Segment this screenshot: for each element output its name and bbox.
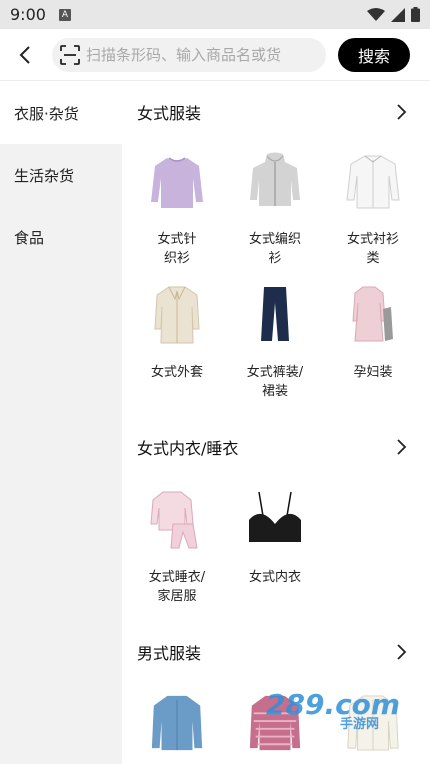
sidebar-item-clothing[interactable]: 衣服·杂货 xyxy=(0,82,122,144)
product-item[interactable]: 女式针织衫 xyxy=(132,152,222,268)
sidebar-item-food[interactable]: 食品 xyxy=(0,206,122,268)
category-sidebar: 衣服·杂货 生活杂货 食品 xyxy=(0,82,122,764)
notification-badge-icon: A xyxy=(58,8,71,21)
watermark-text: 289.com xyxy=(266,688,400,721)
pink-check-pajamas-icon xyxy=(150,491,198,549)
search-header: 搜索 xyxy=(0,29,430,81)
barcode-scan-icon[interactable] xyxy=(60,45,80,65)
search-box[interactable] xyxy=(52,38,326,72)
site-watermark-logo: 289.com 手游网 xyxy=(266,688,400,732)
chevron-right-icon[interactable] xyxy=(394,439,408,455)
search-input[interactable] xyxy=(86,46,316,64)
product-item[interactable]: 女式衬衫类 xyxy=(328,152,418,268)
chevron-right-icon[interactable] xyxy=(394,644,408,660)
product-label: 女式内衣 xyxy=(248,570,301,585)
product-label: 女式衬衫类 xyxy=(328,230,418,268)
product-label-text: 女式衬衫类 xyxy=(347,232,400,266)
product-label: 女式裤装/裙装 xyxy=(230,363,320,401)
grey-hooded-cardigan-icon xyxy=(250,152,300,206)
product-label: 女式针织衫 xyxy=(132,230,222,268)
navy-wide-trousers-icon xyxy=(261,287,289,341)
pink-maternity-dress-icon xyxy=(352,286,393,342)
status-icons xyxy=(367,7,420,22)
product-label: 女式睡衣/家居服 xyxy=(132,568,222,606)
section-header-mens-clothing[interactable]: 男式服装 xyxy=(122,637,430,667)
signal-icon xyxy=(391,7,405,22)
battery-icon xyxy=(411,7,420,22)
section-title: 女式内衣/睡衣 xyxy=(137,439,239,458)
product-label-text: 女式针织衫 xyxy=(157,232,197,266)
product-label: 女式外套 xyxy=(150,365,203,380)
section-title: 女式服装 xyxy=(137,104,202,123)
status-bar: 9:00 A xyxy=(0,0,430,29)
product-label: 孕妇装 xyxy=(353,365,393,380)
blue-denim-shirt-icon xyxy=(151,695,203,751)
product-item[interactable]: 女式编织衫 xyxy=(230,152,320,268)
back-arrow-icon[interactable] xyxy=(14,43,38,67)
section-header-womens-underwear[interactable]: 女式内衣/睡衣 xyxy=(122,432,430,462)
lilac-knit-sweater-icon xyxy=(151,157,203,208)
product-label-text: 女式裤装/裙装 xyxy=(246,365,304,399)
search-button[interactable]: 搜索 xyxy=(338,38,410,72)
watermark-subtext: 手游网 xyxy=(340,716,379,732)
wifi-icon xyxy=(367,7,385,21)
beige-long-coat-icon xyxy=(154,286,200,344)
product-item[interactable]: 女式裤装/裙装 xyxy=(230,285,320,401)
product-item[interactable]: 女式睡衣/家居服 xyxy=(132,490,222,606)
product-item[interactable] xyxy=(132,694,222,756)
product-item[interactable]: 女式内衣 xyxy=(230,490,320,587)
chevron-right-icon[interactable] xyxy=(394,104,408,120)
product-label-text: 女式睡衣/家居服 xyxy=(148,570,206,604)
section-header-womens-clothing[interactable]: 女式服装 xyxy=(122,97,430,127)
white-blouse-icon xyxy=(346,155,400,209)
product-item[interactable]: 孕妇装 xyxy=(328,285,418,382)
category-content: 女式服装 女式针织衫 女式编织衫 女式衬衫类 女式外套 女式裤装/裙装 孕妇装 … xyxy=(122,82,430,764)
product-item[interactable]: 女式外套 xyxy=(132,285,222,382)
section-title: 男式服装 xyxy=(137,644,202,663)
product-label-text: 女式编织衫 xyxy=(249,232,302,266)
sidebar-item-household[interactable]: 生活杂货 xyxy=(0,144,122,206)
black-lace-bra-icon xyxy=(249,491,301,542)
product-label: 女式编织衫 xyxy=(230,230,320,268)
status-time: 9:00 xyxy=(10,5,46,24)
